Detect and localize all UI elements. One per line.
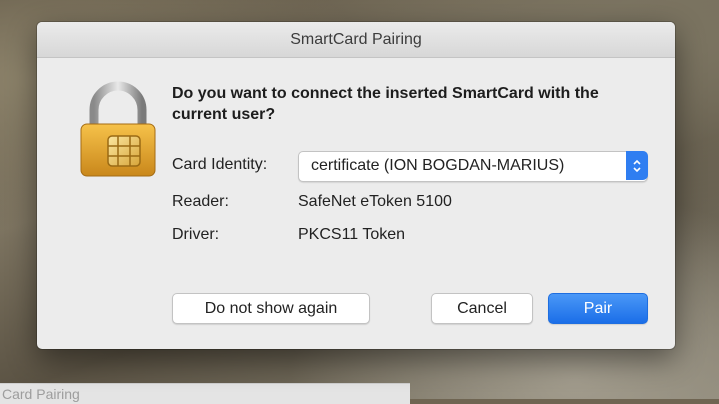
driver-value: PKCS11 Token [298, 226, 406, 243]
card-identity-value: certificate (ION BOGDAN-MARIUS) [311, 157, 565, 174]
background-window: Card Pairing [0, 383, 410, 404]
dialog-title: SmartCard Pairing [37, 22, 675, 58]
smartcard-pairing-dialog: SmartCard Pairing Do you want to connect… [37, 22, 675, 349]
card-identity-select[interactable]: certificate (ION BOGDAN-MARIUS) [298, 151, 648, 182]
card-identity-label: Card Identity: [172, 156, 268, 173]
driver-label: Driver: [172, 226, 220, 243]
cancel-button[interactable]: Cancel [431, 293, 533, 324]
smartcard-lock-icon [78, 80, 158, 180]
do-not-show-again-button[interactable]: Do not show again [172, 293, 370, 324]
background-window-title: Card Pairing [2, 386, 80, 402]
reader-label: Reader: [172, 193, 229, 210]
chevron-updown-icon[interactable] [626, 151, 648, 180]
reader-value: SafeNet eToken 5100 [298, 193, 452, 210]
pair-button[interactable]: Pair [548, 293, 648, 324]
pairing-question: Do you want to connect the inserted Smar… [172, 85, 599, 123]
